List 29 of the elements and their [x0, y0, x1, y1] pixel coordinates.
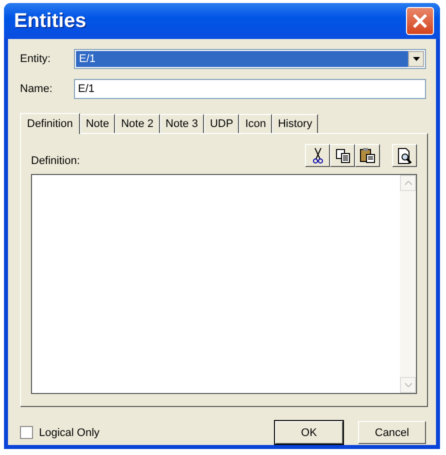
- close-icon: [412, 13, 428, 29]
- cancel-button[interactable]: Cancel: [358, 421, 426, 444]
- preview-button[interactable]: [392, 144, 417, 167]
- entity-label: Entity:: [20, 53, 52, 65]
- tab[interactable]: UDP: [204, 114, 240, 133]
- caret-icon: [412, 57, 420, 61]
- window-title: Entities: [14, 10, 88, 32]
- checkbox-label: Logical Only: [39, 426, 101, 438]
- checkbox[interactable]: [20, 426, 33, 439]
- tab[interactable]: History: [272, 114, 318, 133]
- magnifier-page-icon: [398, 148, 412, 164]
- tab[interactable]: Note 2: [115, 114, 160, 133]
- tab[interactable]: Definition: [20, 113, 80, 134]
- tab[interactable]: Icon: [239, 114, 272, 133]
- copy-button[interactable]: [330, 144, 355, 167]
- name-field[interactable]: E/1: [74, 79, 426, 99]
- tab[interactable]: Note 3: [160, 114, 204, 133]
- copy-icon: [336, 148, 350, 162]
- definition-label: Definition:: [31, 155, 81, 167]
- cut-button[interactable]: [305, 144, 330, 167]
- clipboard-icon: [360, 148, 375, 163]
- entity-dropdown[interactable]: E/1: [74, 49, 426, 69]
- close-button[interactable]: [406, 7, 434, 35]
- ok-button[interactable]: OK: [275, 421, 343, 444]
- scissors-icon: [312, 148, 322, 164]
- paste-button[interactable]: [355, 144, 380, 167]
- dropdown-button[interactable]: [408, 51, 424, 67]
- tab[interactable]: Note: [80, 114, 116, 133]
- name-label: Name:: [20, 83, 54, 95]
